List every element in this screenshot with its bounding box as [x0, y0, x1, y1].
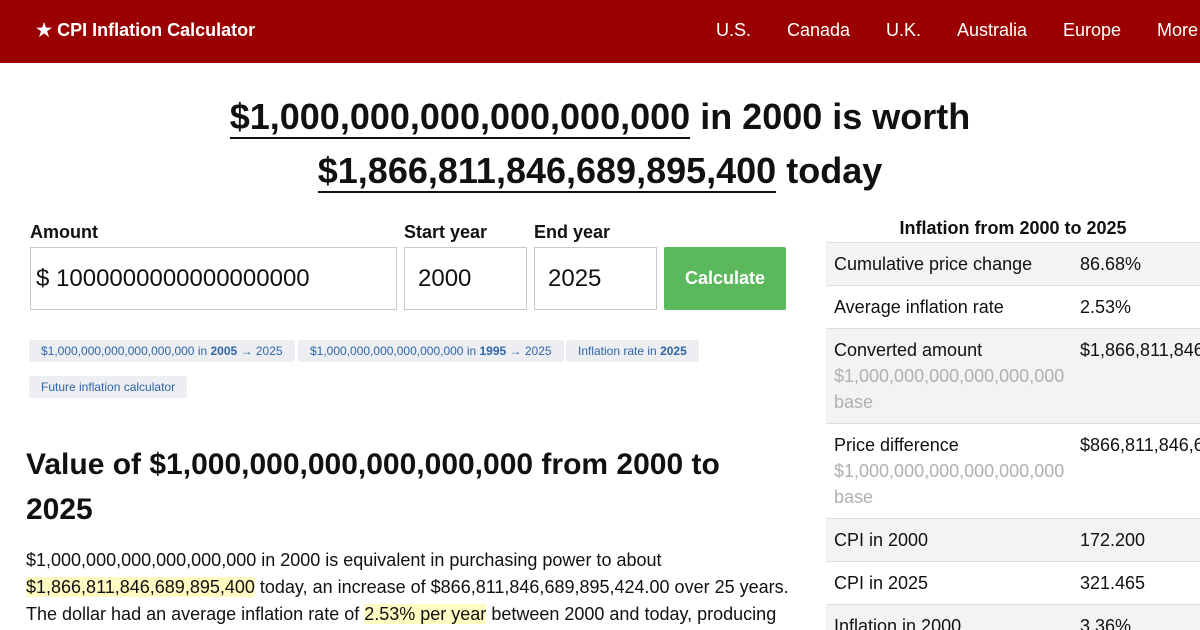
- amount-value: 1000000000000000000: [56, 265, 310, 292]
- headline-line-1: $1,000,000,000,000,000,000 in 2000 is wo…: [0, 96, 1200, 139]
- top-navigation-bar: ★ CPI Inflation Calculator U.S. Canada U…: [0, 0, 1200, 63]
- highlight-converted-value: $1,866,811,846,689,895,400: [26, 577, 255, 597]
- currency-symbol: $: [36, 265, 50, 292]
- row-value: 3.36%: [1072, 604, 1200, 630]
- end-year-input[interactable]: 2025: [534, 247, 657, 310]
- sidebar-title: Inflation from 2000 to 2025: [899, 218, 1127, 238]
- row-sublabel: $1,000,000,000,000,000,000 base: [834, 366, 1065, 412]
- site-logo-link[interactable]: ★ CPI Inflation Calculator: [36, 20, 255, 41]
- chip-1995-to-2025[interactable]: $1,000,000,000,000,000,000 in 1995 → 202…: [298, 340, 564, 362]
- row-sublabel: $1,000,000,000,000,000,000 base: [834, 461, 1065, 507]
- nav-link-us[interactable]: U.S.: [716, 20, 751, 41]
- section-title: Value of $1,000,000,000,000,000,000 from…: [26, 448, 720, 526]
- row-label: CPI in 2000: [826, 518, 1072, 562]
- chip-2005-to-2025[interactable]: $1,000,000,000,000,000,000 in 2005 → 202…: [29, 340, 295, 362]
- end-year-label: End year: [534, 222, 611, 242]
- headline-mid: in 2000 is worth: [700, 96, 971, 137]
- row-label: CPI in 2025: [826, 561, 1072, 605]
- row-label: Average inflation rate: [826, 285, 1072, 329]
- headline-amount: $1,000,000,000,000,000,000: [229, 96, 691, 139]
- nav-link-more[interactable]: More: [1157, 20, 1198, 41]
- amount-label: Amount: [30, 222, 98, 242]
- row-value: $1,866,811,846,689,895,400: [1072, 328, 1200, 424]
- calculate-button[interactable]: Calculate: [664, 247, 786, 310]
- row-label: Price difference $1,000,000,000,000,000,0…: [826, 423, 1072, 519]
- table-row: Converted amount $1,000,000,000,000,000,0…: [826, 328, 1200, 424]
- headline-result: $1,866,811,846,689,895,400: [317, 150, 777, 193]
- start-year-input[interactable]: 2000: [404, 247, 527, 310]
- nav-link-australia[interactable]: Australia: [957, 20, 1027, 41]
- start-year-label: Start year: [404, 222, 488, 242]
- headline-line-2: $1,866,811,846,689,895,400 today: [0, 150, 1200, 193]
- table-row: Cumulative price change 86.68%: [826, 242, 1200, 286]
- row-value: 321.465: [1072, 561, 1200, 605]
- table-row: Price difference $1,000,000,000,000,000,0…: [826, 423, 1200, 519]
- amount-input[interactable]: $ 1000000000000000000: [30, 247, 397, 310]
- nav-link-europe[interactable]: Europe: [1063, 20, 1121, 41]
- chip-inflation-rate-2025[interactable]: Inflation rate in 2025: [566, 340, 699, 362]
- row-value: 172.200: [1072, 518, 1200, 562]
- row-label: Cumulative price change: [826, 242, 1072, 286]
- row-label: Converted amount $1,000,000,000,000,000,0…: [826, 328, 1072, 424]
- nav-link-uk[interactable]: U.K.: [886, 20, 921, 41]
- headline-end: today: [786, 150, 883, 191]
- table-row: CPI in 2025 321.465: [826, 561, 1200, 605]
- table-row: Inflation in 2000 3.36%: [826, 604, 1200, 630]
- inflation-summary-table: Cumulative price change 86.68% Average i…: [826, 242, 1200, 630]
- row-value: 2.53%: [1072, 285, 1200, 329]
- table-row: Average inflation rate 2.53%: [826, 285, 1200, 329]
- highlight-average-rate: 2.53% per year: [364, 604, 487, 624]
- row-value: 86.68%: [1072, 242, 1200, 286]
- row-value: $866,811,846,689,895,424.00: [1072, 423, 1200, 519]
- chip-future-inflation-calculator[interactable]: Future inflation calculator: [29, 376, 188, 398]
- summary-paragraph: $1,000,000,000,000,000,000 in 2000 is eq…: [26, 550, 789, 624]
- row-label: Inflation in 2000: [826, 604, 1072, 630]
- nav-link-canada[interactable]: Canada: [787, 20, 850, 41]
- table-row: CPI in 2000 172.200: [826, 518, 1200, 562]
